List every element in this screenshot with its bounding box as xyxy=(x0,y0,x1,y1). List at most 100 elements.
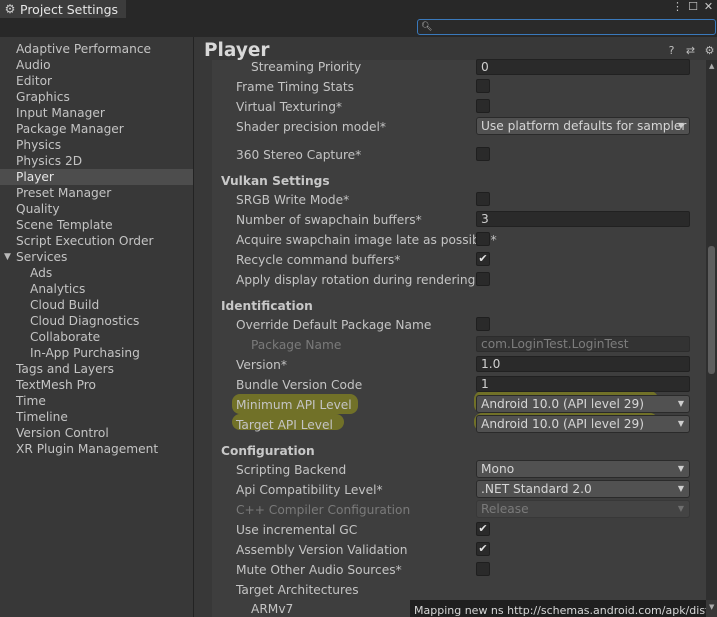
target-api-dropdown[interactable]: Android 10.0 (API level 29) ▼ xyxy=(476,415,690,433)
min-api-value: Android 10.0 (API level 29) xyxy=(481,397,645,411)
scripting-backend-dropdown[interactable]: Mono ▼ xyxy=(476,460,690,478)
api-compat-dropdown[interactable]: .NET Standard 2.0 ▼ xyxy=(476,480,690,498)
sidebar-item-label: Package Manager xyxy=(16,122,124,136)
stereo-capture-checkbox[interactable] xyxy=(476,147,490,161)
bundle-code-label: Bundle Version Code xyxy=(236,378,363,392)
sidebar-item-label: Editor xyxy=(16,74,53,88)
override-package-checkbox[interactable] xyxy=(476,317,490,331)
scroll-down-icon[interactable]: ▼ xyxy=(709,603,714,611)
bundle-code-field[interactable]: 1 xyxy=(476,376,690,392)
checkmark-icon: ✔ xyxy=(478,542,488,555)
title-bar: ⚙ Project Settings xyxy=(0,0,717,18)
sidebar-item-tags-and-layers[interactable]: Tags and Layers xyxy=(0,361,193,377)
presets-icon[interactable]: ⇄ xyxy=(684,44,697,58)
expand-arrow-icon[interactable]: ▼ xyxy=(4,249,11,265)
close-icon[interactable]: ✕ xyxy=(702,0,715,14)
gear-icon: ⚙ xyxy=(4,2,16,16)
override-package-label: Override Default Package Name xyxy=(236,318,432,332)
streaming-priority-field[interactable]: 0 xyxy=(476,59,690,75)
acquire-swapchain-checkbox[interactable] xyxy=(476,232,490,246)
version-field[interactable]: 1.0 xyxy=(476,356,690,372)
sidebar-item-label: Graphics xyxy=(16,90,70,104)
incremental-gc-checkbox[interactable]: ✔ xyxy=(476,522,490,536)
sidebar-item-version-control[interactable]: Version Control xyxy=(0,425,193,441)
package-name-label: Package Name xyxy=(251,338,342,352)
assembly-validation-checkbox[interactable]: ✔ xyxy=(476,542,490,556)
more-icon[interactable]: ⋮ xyxy=(672,0,683,14)
sidebar-item-cloud-diagnostics[interactable]: Cloud Diagnostics xyxy=(0,313,193,329)
virtual-texturing-checkbox[interactable] xyxy=(476,99,490,113)
cpp-config-value: Release xyxy=(481,502,529,516)
frame-timing-label: Frame Timing Stats xyxy=(236,80,355,94)
sidebar-item-graphics[interactable]: Graphics xyxy=(0,89,193,105)
sidebar-item-analytics[interactable]: Analytics xyxy=(0,281,193,297)
chevron-down-icon: ▼ xyxy=(677,484,684,493)
mute-audio-label: Mute Other Audio Sources* xyxy=(236,563,402,577)
sidebar-item-preset-manager[interactable]: Preset Manager xyxy=(0,185,193,201)
scrollbar-thumb[interactable] xyxy=(708,246,715,374)
sidebar-item-quality[interactable]: Quality xyxy=(0,201,193,217)
api-compat-value: .NET Standard 2.0 xyxy=(481,482,592,496)
min-api-dropdown[interactable]: Android 10.0 (API level 29) ▼ xyxy=(476,395,690,413)
sidebar-item-label: Cloud Diagnostics xyxy=(30,314,140,328)
sidebar-item-label: Physics xyxy=(16,138,62,152)
sidebar-item-physics-2d[interactable]: Physics 2D xyxy=(0,153,193,169)
search-icon: 🔍︎ xyxy=(421,22,433,32)
sidebar-item-player[interactable]: Player xyxy=(0,169,193,185)
package-name-field: com.LoginTest.LoginTest xyxy=(476,336,690,352)
search-input[interactable]: 🔍︎ xyxy=(417,19,716,35)
sidebar-item-time[interactable]: Time xyxy=(0,393,193,409)
frame-timing-checkbox[interactable] xyxy=(476,79,490,93)
scripting-backend-label: Scripting Backend xyxy=(236,463,347,477)
scroll-up-icon[interactable]: ▲ xyxy=(709,62,714,70)
target-arch-label: Target Architectures xyxy=(236,583,359,597)
help-icon[interactable]: ? xyxy=(665,44,678,58)
sidebar-item-label: Collaborate xyxy=(30,330,101,344)
sidebar-item-timeline[interactable]: Timeline xyxy=(0,409,193,425)
sidebar-item-label: Time xyxy=(16,394,46,408)
sidebar-item-script-execution-order[interactable]: Script Execution Order xyxy=(0,233,193,249)
sidebar-item-services[interactable]: ▼ Services xyxy=(0,249,193,265)
target-api-value: Android 10.0 (API level 29) xyxy=(481,417,645,431)
sidebar-item-xr-plugin-management[interactable]: XR Plugin Management xyxy=(0,441,193,457)
project-settings-tab[interactable]: ⚙ Project Settings xyxy=(0,0,126,18)
display-rotation-checkbox[interactable] xyxy=(476,272,490,286)
sidebar-item-textmesh-pro[interactable]: TextMesh Pro xyxy=(0,377,193,393)
maximize-icon[interactable]: ☐ xyxy=(686,0,700,14)
sidebar-item-editor[interactable]: Editor xyxy=(0,73,193,89)
sidebar-item-physics[interactable]: Physics xyxy=(0,137,193,153)
sidebar-item-label: Timeline xyxy=(16,410,68,424)
sidebar-item-input-manager[interactable]: Input Manager xyxy=(0,105,193,121)
sidebar-item-collaborate[interactable]: Collaborate xyxy=(0,329,193,345)
settings-sidebar: Adaptive Performance Audio Editor Graphics I… xyxy=(0,37,193,617)
sidebar-item-scene-template[interactable]: Scene Template xyxy=(0,217,193,233)
cpp-config-dropdown: Release ▼ xyxy=(476,500,690,518)
mute-audio-checkbox[interactable] xyxy=(476,562,490,576)
virtual-texturing-label: Virtual Texturing* xyxy=(236,100,343,114)
chevron-down-icon: ▼ xyxy=(677,399,684,408)
chevron-down-icon: ▼ xyxy=(677,419,684,428)
sidebar-item-adaptive-performance[interactable]: Adaptive Performance xyxy=(0,41,193,57)
sidebar-item-label: Cloud Build xyxy=(30,298,100,312)
swapchain-buffers-field[interactable]: 3 xyxy=(476,211,690,227)
sidebar-item-label: Quality xyxy=(16,202,60,216)
sidebar-item-label: Tags and Layers xyxy=(16,362,114,376)
sidebar-item-label: Scene Template xyxy=(16,218,113,232)
version-label: Version* xyxy=(236,358,287,372)
sidebar-item-label: Ads xyxy=(30,266,53,280)
shader-precision-dropdown[interactable]: Use platform defaults for sampler p ▼ xyxy=(476,117,690,135)
recycle-buffers-checkbox[interactable]: ✔ xyxy=(476,252,490,266)
sidebar-item-in-app-purchasing[interactable]: In-App Purchasing xyxy=(0,345,193,361)
stereo-capture-label: 360 Stereo Capture* xyxy=(236,148,362,162)
sidebar-item-ads[interactable]: Ads xyxy=(0,265,193,281)
sidebar-item-package-manager[interactable]: Package Manager xyxy=(0,121,193,137)
sidebar-item-cloud-build[interactable]: Cloud Build xyxy=(0,297,193,313)
srgb-write-checkbox[interactable] xyxy=(476,192,490,206)
assembly-validation-label: Assembly Version Validation xyxy=(236,543,408,557)
acquire-swapchain-label: Acquire swapchain image late as possible… xyxy=(236,233,497,247)
target-api-label: Target API Level xyxy=(236,418,333,432)
sidebar-item-audio[interactable]: Audio xyxy=(0,57,193,73)
settings-icon[interactable]: ⚙ xyxy=(703,44,716,58)
sidebar-item-label: Services xyxy=(16,250,68,264)
configuration-header: Configuration xyxy=(221,444,315,458)
